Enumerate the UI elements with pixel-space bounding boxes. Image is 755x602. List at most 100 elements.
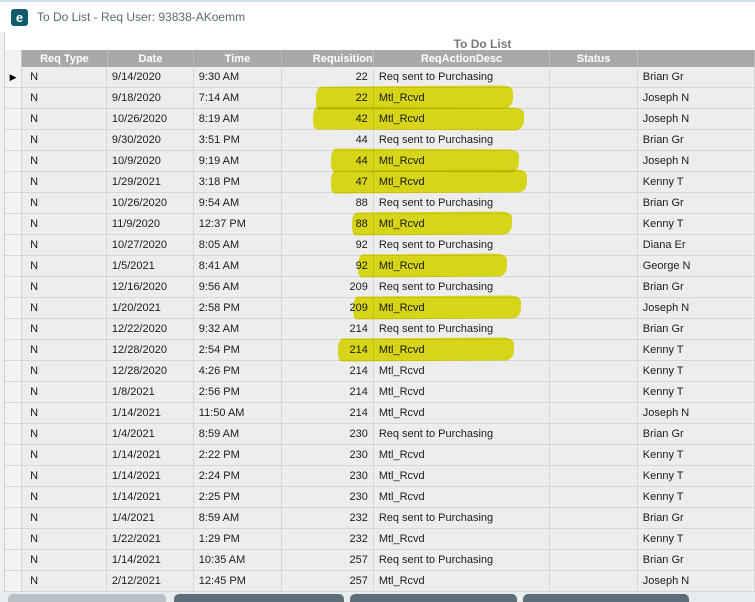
column-header-requisition[interactable]: Requisition [282,50,374,67]
row-selector[interactable] [5,172,23,193]
table-row[interactable]: N 1/14/2021 2:22 PM 230 Mtl_Rcvd Kenny T [5,445,755,466]
cell-status [549,550,638,571]
cell-date: 1/14/2021 [106,403,194,424]
row-selector[interactable] [5,256,23,277]
table-row[interactable]: N 1/4/2021 8:59 AM 230 Req sent to Purchasin… [5,424,755,445]
cell-req_type: N [22,550,107,571]
cell-req_type: N [22,340,107,361]
row-selector[interactable] [5,319,23,340]
cell-status [549,109,638,130]
table-row[interactable]: N 2/12/2021 12:45 PM 257 Mtl_Rcvd Joseph N [5,571,755,592]
cell-name: Joseph N [637,151,755,172]
row-selector[interactable] [5,214,23,235]
row-selector[interactable] [5,508,23,529]
row-selector[interactable] [5,193,23,214]
row-selector[interactable] [5,424,23,445]
column-header-time[interactable]: Time [194,50,282,67]
table-row[interactable]: N 1/22/2021 1:29 PM 232 Mtl_Rcvd Kenny T [5,529,755,550]
cell-name: Brian Gr [637,67,755,88]
cell-req_type: N [22,319,107,340]
cell-req_type: N [22,235,107,256]
row-selector[interactable] [5,88,23,109]
cell-name: Kenny T [637,529,755,550]
cell-action: Mtl_Rcvd [373,298,550,319]
cell-status [549,361,638,382]
bottom-button-4[interactable] [523,594,689,602]
table-row[interactable]: N 9/18/2020 7:14 AM 22 Mtl_Rcvd Joseph N [5,88,755,109]
row-selector[interactable] [5,550,23,571]
cell-req_type: N [22,214,107,235]
cell-date: 10/26/2020 [106,109,194,130]
cell-date: 9/30/2020 [106,130,194,151]
table-row[interactable]: N 1/14/2021 2:24 PM 230 Mtl_Rcvd Kenny T [5,466,755,487]
table-row[interactable]: N 10/26/2020 9:54 AM 88 Req sent to Purchasi… [5,193,755,214]
table-row[interactable]: N 1/14/2021 10:35 AM 257 Req sent to Purchas… [5,550,755,571]
table-row[interactable]: N 9/30/2020 3:51 PM 44 Req sent to Purchasin… [5,130,755,151]
cell-action: Mtl_Rcvd [373,109,550,130]
table-row[interactable]: N 12/16/2020 9:56 AM 209 Req sent to Purchas… [5,277,755,298]
table-row[interactable]: N 1/4/2021 8:59 AM 232 Req sent to Purchasin… [5,508,755,529]
table-row[interactable]: N 12/22/2020 9:32 AM 214 Req sent to Purchas… [5,319,755,340]
cell-date: 12/28/2020 [106,361,194,382]
table-row[interactable]: N 1/20/2021 2:58 PM 209 Mtl_Rcvd Joseph N [5,298,755,319]
bottom-button-1[interactable] [8,594,166,602]
cell-status [549,151,638,172]
bottom-button-2[interactable] [174,594,344,602]
todo-list-window: e To Do List - Req User: 93838-AKoemm To… [0,0,755,602]
cell-req_type: N [22,172,107,193]
table-row[interactable]: N 10/27/2020 8:05 AM 92 Req sent to Purchasi… [5,235,755,256]
column-header-req-type[interactable]: Req Type [22,50,108,67]
column-header-blank[interactable] [638,50,755,67]
cell-req_type: N [22,424,107,445]
row-selector[interactable]: ▶ [5,67,23,88]
row-selector[interactable] [5,382,23,403]
row-selector[interactable] [5,529,23,550]
cell-status [549,256,638,277]
row-selector[interactable] [5,403,23,424]
table-row[interactable]: N 12/28/2020 2:54 PM 214 Mtl_Rcvd Kenny T [5,340,755,361]
cell-action: Mtl_Rcvd [373,445,550,466]
row-selector[interactable] [5,340,23,361]
table-row[interactable]: N 10/26/2020 8:19 AM 42 Mtl_Rcvd Joseph N [5,109,755,130]
column-header-status[interactable]: Status [550,50,638,67]
cell-action: Mtl_Rcvd [373,571,550,592]
row-selector[interactable] [5,298,23,319]
table-row[interactable]: N 1/29/2021 3:18 PM 47 Mtl_Rcvd Kenny T [5,172,755,193]
column-header-date[interactable]: Date [108,50,195,67]
row-selector[interactable] [5,571,23,592]
cell-time: 8:05 AM [193,235,282,256]
table-row[interactable]: N 1/5/2021 8:41 AM 92 Mtl_Rcvd George N [5,256,755,277]
row-selector[interactable] [5,361,23,382]
cell-action: Mtl_Rcvd [373,529,550,550]
cell-time: 4:26 PM [193,361,282,382]
table-row[interactable]: N 10/9/2020 9:19 AM 44 Mtl_Rcvd Joseph N [5,151,755,172]
table-row[interactable]: ▶ N 9/14/2020 9:30 AM 22 Req sent to Purchasi… [5,67,755,88]
window-title: To Do List - Req User: 93838-AKoemm [37,10,246,24]
row-selector[interactable] [5,130,23,151]
row-selector[interactable] [5,109,23,130]
cell-requisition: 44 [281,130,374,151]
table-row[interactable]: N 1/14/2021 11:50 AM 214 Mtl_Rcvd Joseph N [5,403,755,424]
table-row[interactable]: N 11/9/2020 12:37 PM 88 Mtl_Rcvd Kenny T [5,214,755,235]
table-row[interactable]: N 1/14/2021 2:25 PM 230 Mtl_Rcvd Kenny T [5,487,755,508]
row-selector[interactable] [5,235,23,256]
grid-caption: To Do List [453,37,512,51]
row-selector[interactable] [5,487,23,508]
bottom-button-3[interactable] [350,594,517,602]
column-header-reqactiondesc[interactable]: ReqActionDesc [374,50,551,67]
cell-requisition: 214 [281,340,374,361]
cell-date: 1/4/2021 [106,508,194,529]
cell-time: 2:56 PM [193,382,282,403]
table-row[interactable]: N 12/28/2020 4:26 PM 214 Mtl_Rcvd Kenny T [5,361,755,382]
cell-req_type: N [22,487,107,508]
row-selector[interactable] [5,445,23,466]
row-selector[interactable] [5,466,23,487]
cell-req_type: N [22,529,107,550]
cell-action: Mtl_Rcvd [373,256,550,277]
cell-date: 10/26/2020 [106,193,194,214]
cell-name: Kenny T [637,487,755,508]
row-selector[interactable] [5,277,23,298]
table-row[interactable]: N 1/8/2021 2:56 PM 214 Mtl_Rcvd Kenny T [5,382,755,403]
cell-requisition: 232 [281,529,374,550]
row-selector[interactable] [5,151,23,172]
